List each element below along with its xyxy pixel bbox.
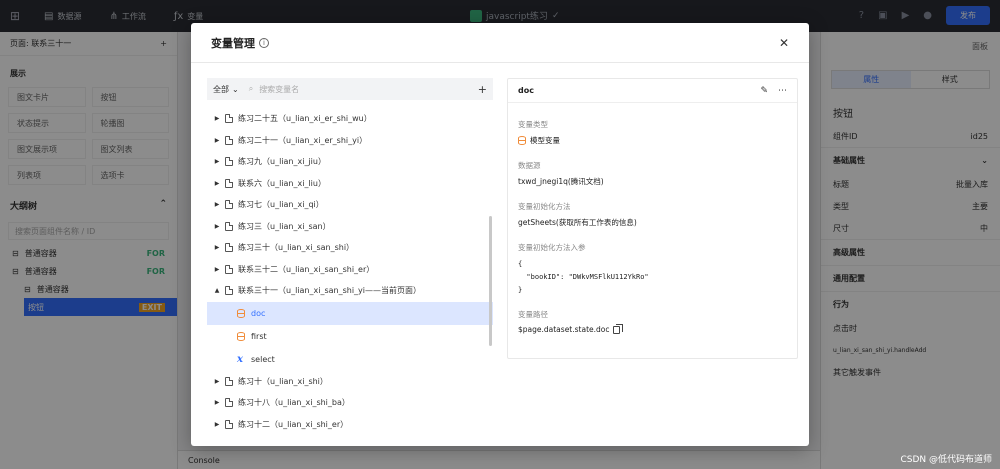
- variable-manager-modal: 变量管理 i ✕ 全部 ⌄ ⌕ 搜索变量名 + ▶ 练习二十五（u_lian_xi_e…: [191, 23, 809, 446]
- chevron-down-icon: ⌄: [232, 84, 239, 94]
- init-params-value: { "bookID": "DWkvMSFlkU112YkRo" }: [518, 260, 649, 294]
- variable-name: doc: [518, 86, 534, 95]
- type-value: 模型变量: [518, 135, 787, 146]
- page-icon: [225, 419, 233, 429]
- page-icon: [225, 157, 233, 167]
- variable-item-first[interactable]: first: [207, 325, 493, 348]
- page-variable-group[interactable]: ▶ 练习二十一（u_lian_xi_er_shi_yi）: [207, 130, 493, 152]
- page-icon: [225, 398, 233, 408]
- caret-right-icon: ▶: [214, 179, 220, 187]
- page-variable-group[interactable]: ▶ 练习三（u_lian_xi_san）: [207, 216, 493, 238]
- variable-item-doc[interactable]: doc: [207, 301, 493, 325]
- page-variable-group[interactable]: ▶ 联系三十二（u_lian_xi_san_shi_er）: [207, 259, 493, 281]
- init-params-label: 变量初始化方法入参: [518, 243, 586, 252]
- page-icon: [225, 114, 233, 124]
- search-icon: ⌕: [248, 84, 254, 93]
- page-variable-group[interactable]: ▶ 练习三十（u_lian_xi_san_shi）: [207, 237, 493, 259]
- caret-right-icon: ▶: [214, 201, 220, 209]
- variable-toolbar: 全部 ⌄ ⌕ 搜索变量名 +: [207, 78, 493, 100]
- page-icon: [225, 376, 233, 386]
- caret-right-icon: ▶: [214, 222, 220, 230]
- caret-right-icon: ▶: [214, 265, 220, 273]
- page-variable-group[interactable]: ▶ 练习七（u_lian_xi_qi）: [207, 194, 493, 216]
- caret-down-icon: ▲: [214, 287, 220, 295]
- page-variable-group-current[interactable]: ▲ 联系三十一（u_lian_xi_san_shi_yi——当前页面）: [207, 280, 493, 302]
- page-variable-group[interactable]: ▶ 练习二十五（u_lian_xi_er_shi_wu）: [207, 108, 493, 130]
- variable-list-panel: 全部 ⌄ ⌕ 搜索变量名 + ▶ 练习二十五（u_lian_xi_er_shi_wu）…: [207, 78, 493, 438]
- database-icon: [237, 308, 245, 318]
- edit-icon[interactable]: ✎: [760, 86, 768, 96]
- list-scrollbar[interactable]: [489, 216, 492, 346]
- more-icon[interactable]: ⋯: [778, 86, 787, 96]
- caret-right-icon: ▶: [214, 420, 220, 428]
- page-variable-group[interactable]: ▶ 练习十八（u_lian_xi_shi_ba）: [207, 392, 493, 414]
- variable-x-icon: x: [237, 353, 243, 365]
- detail-body: 变量类型 模型变量 数据源 txwd_jnegi1q(腾讯文档) 变量初始化方法…: [508, 103, 797, 344]
- copy-icon[interactable]: [613, 323, 624, 334]
- page-variable-group[interactable]: ▶ 练习十二（u_lian_xi_shi_er）: [207, 414, 493, 436]
- type-label: 变量类型: [518, 120, 548, 129]
- variable-search-input[interactable]: ⌕ 搜索变量名: [249, 84, 472, 95]
- watermark: CSDN @低代码布道师: [900, 455, 992, 465]
- path-value: $page.dataset.state.doc: [518, 323, 787, 334]
- caret-right-icon: ▶: [214, 136, 220, 144]
- page-icon: [225, 264, 233, 274]
- path-label: 变量路径: [518, 310, 548, 319]
- caret-right-icon: ▶: [214, 158, 220, 166]
- close-icon[interactable]: ✕: [779, 36, 789, 50]
- modal-header: 变量管理 i ✕: [191, 23, 809, 63]
- caret-right-icon: ▶: [214, 115, 220, 123]
- init-method-value: getSheets(获取所有工作表的信息): [518, 218, 637, 227]
- page-icon: [225, 178, 233, 188]
- page-variable-group[interactable]: ▶ 练习十（u_lian_xi_shi）: [207, 371, 493, 393]
- modal-title: 变量管理: [211, 36, 255, 50]
- source-value: txwd_jnegi1q(腾讯文档): [518, 177, 604, 186]
- info-icon[interactable]: i: [259, 37, 269, 48]
- variable-detail-panel: doc ✎ ⋯ 变量类型 模型变量 数据源 txwd_jnegi1q(腾讯文档)…: [507, 78, 798, 359]
- caret-right-icon: ▶: [214, 377, 220, 385]
- page-icon: [225, 243, 233, 253]
- page-variable-group[interactable]: ▶ 联系六（u_lian_xi_liu）: [207, 173, 493, 195]
- add-variable-icon[interactable]: +: [478, 83, 487, 96]
- scope-filter-dropdown[interactable]: 全部 ⌄: [213, 84, 243, 95]
- source-label: 数据源: [518, 161, 541, 170]
- detail-header: doc ✎ ⋯: [508, 79, 797, 103]
- variable-item-select[interactable]: x select: [207, 348, 493, 371]
- page-icon: [225, 221, 233, 231]
- database-icon: [518, 136, 526, 145]
- page-icon: [225, 200, 233, 210]
- init-method-label: 变量初始化方法: [518, 202, 571, 211]
- variable-tree: ▶ 练习二十五（u_lian_xi_er_shi_wu） ▶ 练习二十一（u_lia…: [207, 108, 493, 436]
- page-variable-group[interactable]: ▶ 练习九（u_lian_xi_jiu）: [207, 151, 493, 173]
- caret-right-icon: ▶: [214, 244, 220, 252]
- caret-right-icon: ▶: [214, 399, 220, 407]
- page-icon: [225, 286, 233, 296]
- database-icon: [237, 331, 245, 341]
- page-icon: [225, 135, 233, 145]
